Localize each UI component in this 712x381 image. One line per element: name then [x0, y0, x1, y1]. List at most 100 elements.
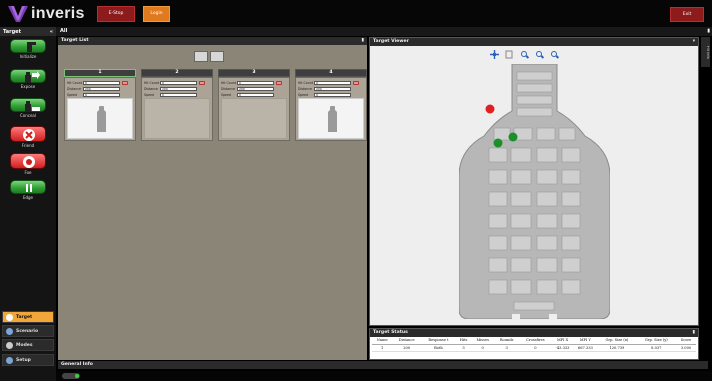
hit-count-input[interactable]: 0	[160, 80, 197, 85]
distance-label: Distance	[67, 86, 81, 91]
target-card-number[interactable]: 1	[64, 69, 136, 77]
speed-input[interactable]: 0	[83, 92, 120, 97]
nav-scenario[interactable]: Scenario	[2, 325, 54, 337]
table-cell: 667.333	[573, 344, 598, 352]
distance-label: Distance	[221, 86, 235, 91]
distance-input[interactable]: 200	[83, 86, 120, 91]
target-list-pin-icon[interactable]: ▮	[361, 37, 364, 45]
target-card-4[interactable]: 4 Hit Count 0 Distance 200 Speed 0	[295, 69, 367, 141]
view-toggle	[194, 51, 226, 62]
edge-button[interactable]	[10, 180, 46, 194]
nav-scenario-label: Scenario	[16, 328, 39, 334]
nav-modes[interactable]: Modes	[2, 339, 54, 351]
speed-input[interactable]: 0	[314, 92, 351, 97]
speed-input[interactable]: 0	[237, 92, 274, 97]
column-header[interactable]: Name	[372, 337, 393, 345]
logo-mark-icon	[8, 5, 28, 22]
hit-marker-green[interactable]	[508, 132, 518, 142]
nav-setup-label: Setup	[16, 357, 31, 363]
login-button[interactable]: Login	[143, 6, 170, 22]
column-header[interactable]: Response t	[420, 337, 456, 345]
target-nav-icon	[6, 313, 13, 321]
reset-hits-icon[interactable]	[353, 80, 359, 85]
column-header[interactable]: Hits	[455, 337, 472, 345]
reset-hits-icon[interactable]	[276, 80, 282, 85]
target-viewer-panel: Target Viewer ▾	[369, 37, 699, 326]
column-header[interactable]: Distance	[392, 337, 421, 345]
sidebar: Target « Initialize Expose Conceal Frien…	[0, 27, 56, 381]
nav-target[interactable]: Target	[2, 311, 54, 323]
column-header[interactable]: Crossfires	[519, 337, 552, 345]
table-cell: 3	[494, 344, 520, 352]
expose-tool[interactable]: Expose	[10, 69, 46, 89]
person-hide-icon	[25, 101, 40, 112]
column-header[interactable]: Misses	[471, 337, 495, 345]
multi-view-icon[interactable]	[210, 51, 224, 62]
distance-label: Distance	[144, 86, 158, 91]
target-card-body: Hit Count 0 Distance 200 Speed 0	[295, 77, 367, 141]
initialize-tool[interactable]: Initialize	[10, 39, 46, 59]
zoom-in-icon[interactable]	[520, 50, 530, 59]
foe-button[interactable]	[10, 153, 46, 169]
target-card-1[interactable]: 1 Hit Count 0 Distance 200 Speed 0	[64, 69, 136, 141]
target-card-3[interactable]: 3 Hit Count 0 Distance 200 Speed 0	[218, 69, 290, 141]
single-view-icon[interactable]	[194, 51, 208, 62]
conceal-button[interactable]	[10, 98, 46, 112]
conceal-label: Conceal	[20, 113, 36, 118]
target-card-2[interactable]: 2 Hit Count 0 Distance 200 Speed 0	[141, 69, 213, 141]
hit-count-label: Hit Count	[67, 80, 83, 85]
edge-tool[interactable]: Edge	[10, 180, 46, 200]
select-icon[interactable]	[505, 50, 514, 59]
target-thumbnail	[67, 98, 133, 139]
pin-icon[interactable]: ▮	[707, 27, 710, 36]
column-header[interactable]: Score	[676, 337, 696, 345]
person-icon	[27, 42, 36, 52]
target-status-pin-icon[interactable]: ▮	[692, 329, 695, 337]
friend-tool[interactable]: Friend	[10, 126, 46, 148]
speed-input[interactable]: 0	[160, 92, 197, 97]
connection-status-toggle[interactable]	[62, 373, 80, 379]
distance-input[interactable]: 200	[160, 86, 197, 91]
target-viewer-menu-icon[interactable]: ▾	[693, 38, 695, 46]
reset-hits-icon[interactable]	[122, 80, 128, 85]
exit-button[interactable]: Exit	[670, 7, 704, 22]
target-status-table-wrap: Name Distance Response t Hits Misses Rou…	[370, 337, 698, 352]
hit-marker-green[interactable]	[493, 138, 503, 148]
target-card-number[interactable]: 3	[218, 69, 290, 77]
speed-label: Speed	[144, 92, 154, 97]
distance-input[interactable]: 200	[314, 86, 351, 91]
expose-button[interactable]	[10, 69, 46, 83]
general-info-header[interactable]: General Info	[58, 361, 708, 369]
table-row[interactable]: 1 200 Both 3 0 3 0 -43.333 667.333 120.7…	[372, 344, 696, 352]
target-card-number[interactable]: 2	[141, 69, 213, 77]
target-silhouette-icon	[97, 106, 106, 132]
target-silhouette[interactable]	[459, 64, 610, 319]
column-header[interactable]: Grp. Size (x)	[597, 337, 637, 345]
column-header[interactable]: Rounds	[494, 337, 520, 345]
nav-setup[interactable]: Setup	[2, 354, 54, 366]
estop-button[interactable]: E-Stop	[97, 6, 135, 22]
viewer-toolbar	[490, 50, 565, 59]
friend-button[interactable]	[10, 126, 46, 142]
initialize-button[interactable]	[10, 39, 46, 53]
pan-icon[interactable]	[490, 50, 499, 59]
zoom-fit-icon[interactable]	[550, 50, 560, 59]
reset-hits-icon[interactable]	[199, 80, 205, 85]
hit-info-tab[interactable]: Hit Info	[701, 37, 710, 67]
distance-input[interactable]: 200	[237, 86, 274, 91]
column-header[interactable]: Grp. Size (y)	[636, 337, 677, 345]
hit-count-input[interactable]: 0	[83, 80, 120, 85]
hit-marker-red[interactable]	[485, 104, 495, 114]
target-thumbnail-empty	[144, 98, 210, 139]
expose-label: Expose	[20, 84, 36, 89]
target-card-number[interactable]: 4	[295, 69, 367, 77]
collapse-sidebar-icon[interactable]: «	[50, 29, 53, 35]
zoom-out-icon[interactable]	[535, 50, 545, 59]
column-header[interactable]: MPI Y	[573, 337, 598, 345]
foe-tool[interactable]: Foe	[10, 153, 46, 175]
hit-count-input[interactable]: 0	[314, 80, 351, 85]
conceal-tool[interactable]: Conceal	[10, 98, 46, 118]
hit-count-input[interactable]: 0	[237, 80, 274, 85]
column-header[interactable]: MPI X	[551, 337, 574, 345]
target-thumbnail	[298, 98, 364, 139]
